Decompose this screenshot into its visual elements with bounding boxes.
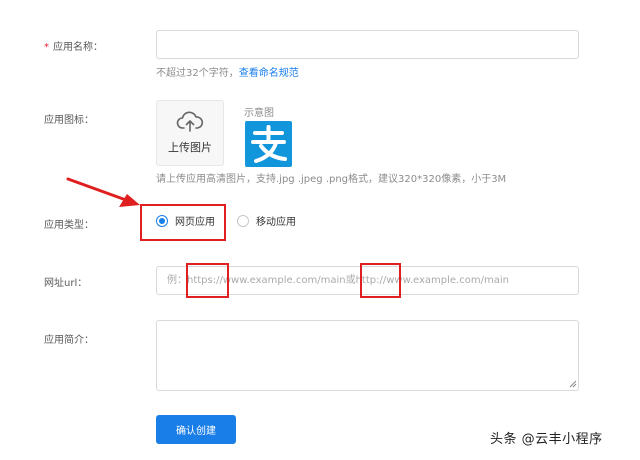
- app-intro-label: 应用简介：: [44, 335, 94, 346]
- app-name-field[interactable]: [156, 30, 579, 59]
- sample-label: 示意图: [244, 108, 274, 119]
- app-name-label: * 应用名称：: [44, 42, 103, 53]
- resize-handle-icon[interactable]: [567, 378, 577, 388]
- app-intro-field[interactable]: [156, 320, 579, 391]
- radio-web-app-label: 网页应用: [175, 217, 215, 228]
- naming-rules-link[interactable]: 查看命名规范: [239, 68, 299, 79]
- app-icon-label: 应用图标：: [44, 115, 94, 126]
- upload-image-button[interactable]: 上传图片: [156, 100, 224, 166]
- app-name-hint: 不超过32个字符，查看命名规范: [156, 68, 299, 79]
- app-type-radio-group: 网页应用 移动应用: [156, 213, 296, 228]
- radio-mobile-app[interactable]: 移动应用: [237, 213, 296, 228]
- annotation-box-http: [360, 263, 401, 298]
- radio-unchecked-icon: [237, 214, 249, 227]
- required-mark: *: [44, 42, 49, 53]
- app-name-input[interactable]: [157, 31, 578, 58]
- upload-image-label: 上传图片: [168, 141, 212, 154]
- annotation-arrow-icon: [66, 177, 140, 207]
- app-type-label: 应用类型：: [44, 220, 94, 231]
- radio-mobile-app-label: 移动应用: [256, 217, 296, 228]
- app-icon-hint: 请上传应用高清图片，支持.jpg .jpeg .png格式，建议320*320像…: [156, 174, 507, 185]
- annotation-box-https: [186, 263, 229, 298]
- confirm-create-button[interactable]: 确认创建: [156, 415, 236, 444]
- radio-web-app[interactable]: 网页应用: [156, 213, 215, 228]
- watermark: 头条 @云丰小程序: [490, 432, 603, 447]
- cloud-upload-icon: [176, 111, 204, 132]
- url-label: 网址url：: [44, 278, 88, 289]
- alipay-logo-icon: [245, 121, 292, 167]
- radio-checked-icon: [156, 214, 168, 227]
- app-intro-textarea[interactable]: [157, 321, 578, 390]
